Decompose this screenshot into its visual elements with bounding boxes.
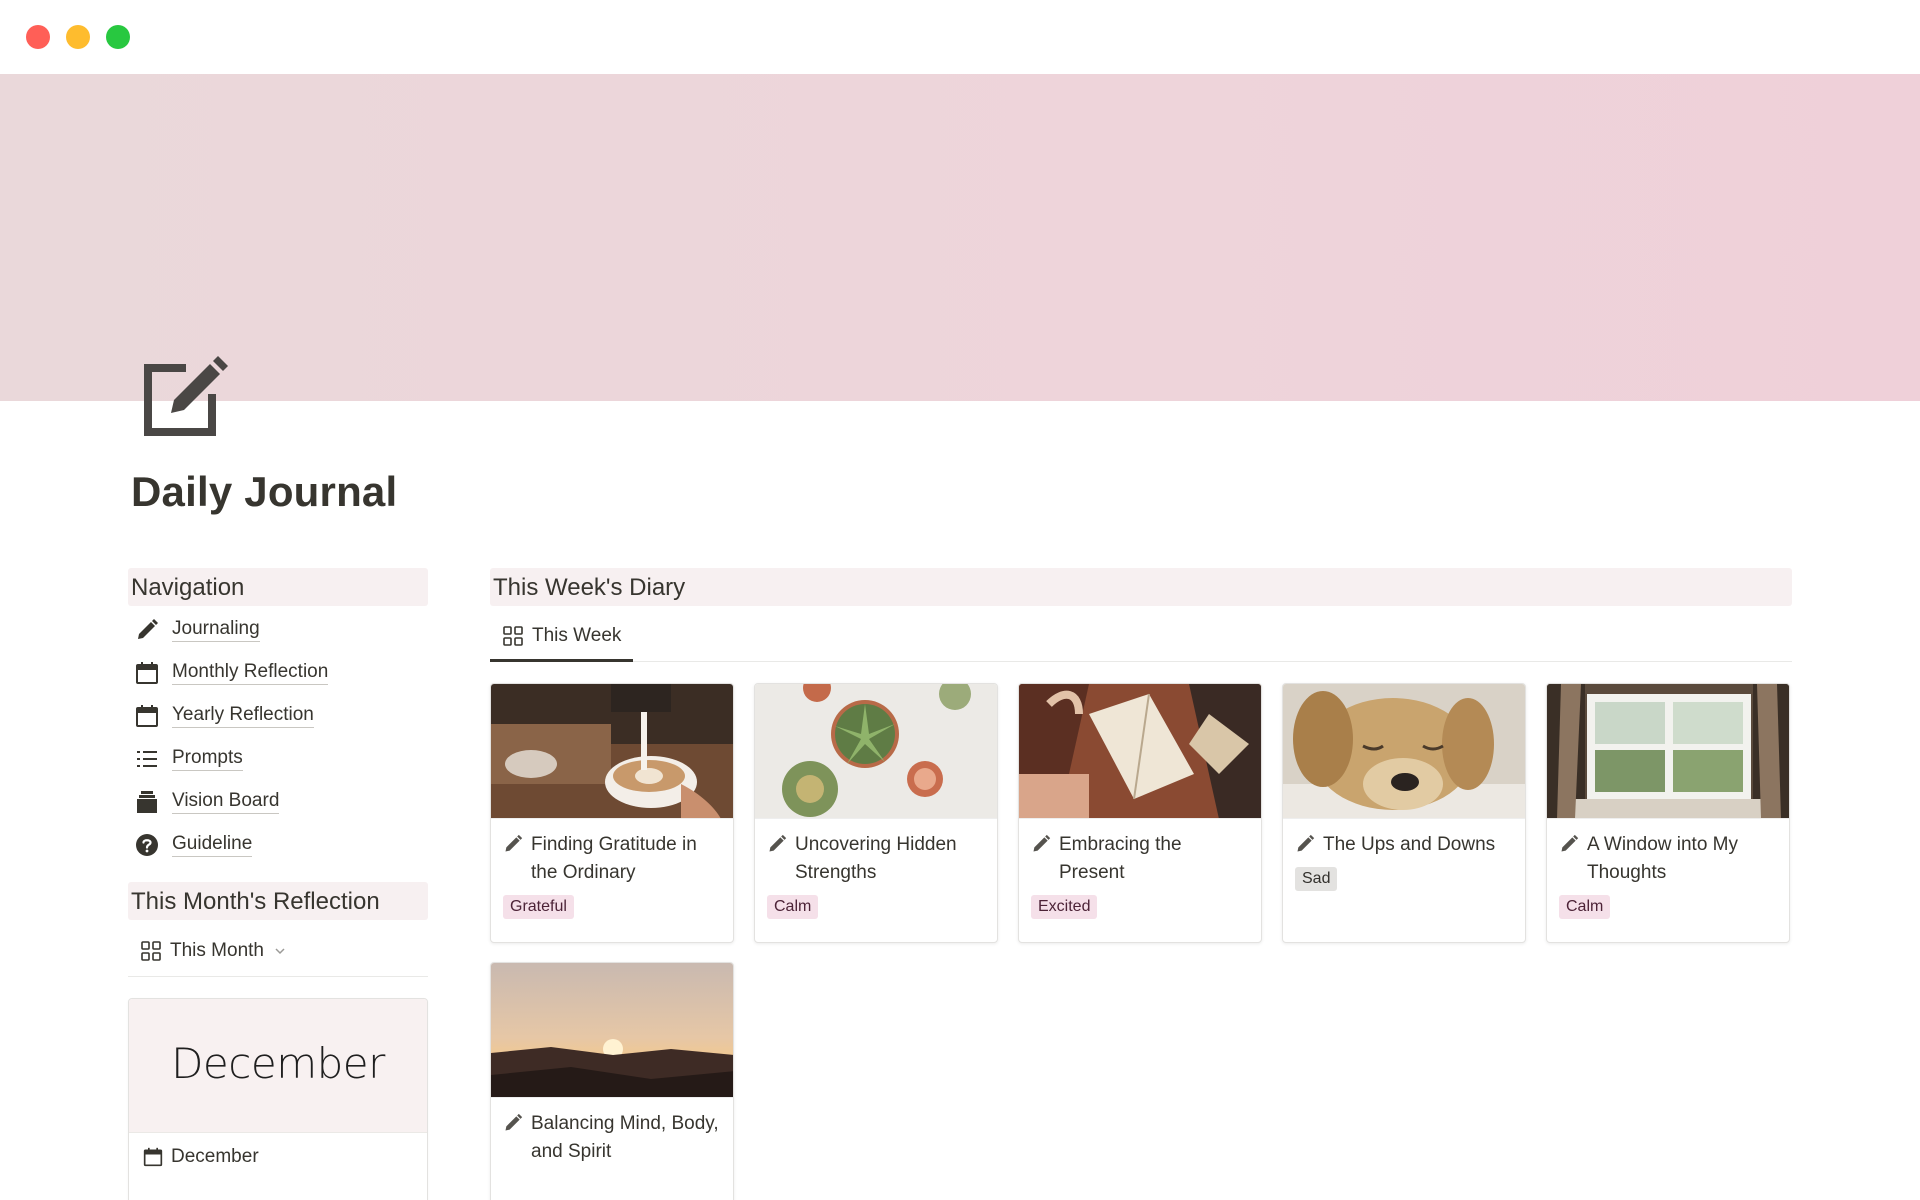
page-cover[interactable] (0, 74, 1920, 401)
nav-item-label[interactable]: Vision Board (172, 790, 280, 814)
nav-item-monthly-reflection[interactable]: Monthly Reflection (131, 651, 431, 694)
pencil-icon (505, 1113, 523, 1131)
month-reflection-heading-text: This Month's Reflection (131, 888, 380, 915)
diary-card-title: Finding Gratitude in the Ordinary (531, 834, 697, 883)
nav-item-label[interactable]: Yearly Reflection (172, 704, 314, 728)
window-titlebar (0, 0, 1920, 74)
window-view-photo (1547, 684, 1789, 819)
diary-view-tab[interactable]: This Week (502, 625, 621, 647)
pencil-icon (1561, 834, 1579, 852)
diary-card[interactable]: The Ups and Downs Sad (1282, 683, 1526, 943)
close-window-button[interactable] (26, 25, 50, 49)
diary-card[interactable]: A Window into My Thoughts Calm (1546, 683, 1790, 943)
diary-card-title: A Window into My Thoughts (1587, 834, 1738, 883)
diary-card[interactable]: Finding Gratitude in the Ordinary Gratef… (490, 683, 734, 943)
page-title[interactable]: Daily Journal (131, 468, 397, 516)
mood-tag: Calm (767, 895, 819, 919)
navigation-list: Journaling Monthly Reflection Yearly Ref… (131, 608, 431, 866)
calendar-icon (134, 703, 160, 729)
edit-square-icon[interactable] (138, 350, 230, 442)
diary-card-title: The Ups and Downs (1323, 834, 1496, 855)
help-circle-icon (134, 832, 160, 858)
mood-tag: Excited (1031, 895, 1098, 919)
calendar-icon (134, 660, 160, 686)
pencil-icon (505, 834, 523, 852)
gallery-view-icon (503, 626, 523, 646)
calendar-icon (143, 1147, 163, 1167)
stack-icon (134, 789, 160, 815)
month-view-tab[interactable]: This Month (140, 940, 295, 962)
diary-card-title: Balancing Mind, Body, and Spirit (531, 1113, 719, 1162)
month-card[interactable]: December December (128, 998, 428, 1200)
month-view-divider (128, 976, 428, 977)
succulents-photo (755, 684, 997, 819)
month-view-label: This Month (170, 940, 264, 961)
nav-item-label[interactable]: Guideline (172, 833, 253, 857)
pencil-icon (134, 617, 160, 643)
month-card-cover-text: December (171, 1039, 385, 1088)
mood-tag: Grateful (503, 895, 574, 919)
month-card-title-text: December (171, 1146, 259, 1167)
nav-item-label[interactable]: Journaling (172, 618, 260, 642)
list-icon (134, 746, 160, 772)
mood-tag: Calm (1559, 895, 1611, 919)
diary-card[interactable]: Embracing the Present Excited (1018, 683, 1262, 943)
reading-book-photo (1019, 684, 1261, 819)
mood-tag: Sad (1295, 867, 1338, 891)
nav-item-journaling[interactable]: Journaling (131, 608, 431, 651)
diary-view-label: This Week (532, 625, 622, 646)
navigation-heading: Navigation (128, 568, 428, 606)
diary-heading-text: This Week's Diary (493, 574, 686, 601)
month-card-title[interactable]: December (143, 1146, 259, 1168)
month-card-cover: December (129, 999, 427, 1133)
nav-item-guideline[interactable]: Guideline (131, 823, 431, 866)
diary-card-title: Embracing the Present (1059, 834, 1182, 883)
sunset-photo (491, 963, 733, 1098)
nav-item-label[interactable]: Prompts (172, 747, 243, 771)
maximize-window-button[interactable] (106, 25, 130, 49)
diary-card-title: Uncovering Hidden Strengths (795, 834, 957, 883)
pencil-icon (769, 834, 787, 852)
diary-card[interactable]: Uncovering Hidden Strengths Calm (754, 683, 998, 943)
chevron-down-icon (275, 948, 285, 955)
gallery-view-icon (141, 941, 161, 961)
latte-art-photo (491, 684, 733, 819)
pencil-icon (1033, 834, 1051, 852)
diary-view-divider (490, 661, 1792, 662)
pencil-icon (1297, 834, 1315, 852)
nav-item-vision-board[interactable]: Vision Board (131, 780, 431, 823)
month-reflection-heading: This Month's Reflection (128, 882, 428, 920)
nav-item-yearly-reflection[interactable]: Yearly Reflection (131, 694, 431, 737)
minimize-window-button[interactable] (66, 25, 90, 49)
navigation-heading-text: Navigation (131, 574, 245, 601)
active-tab-indicator (490, 659, 633, 662)
nav-item-label[interactable]: Monthly Reflection (172, 661, 329, 685)
diary-heading: This Week's Diary (490, 568, 1792, 606)
diary-card[interactable]: Balancing Mind, Body, and Spirit (490, 962, 734, 1200)
nav-item-prompts[interactable]: Prompts (131, 737, 431, 780)
sleeping-dog-photo (1283, 684, 1525, 819)
